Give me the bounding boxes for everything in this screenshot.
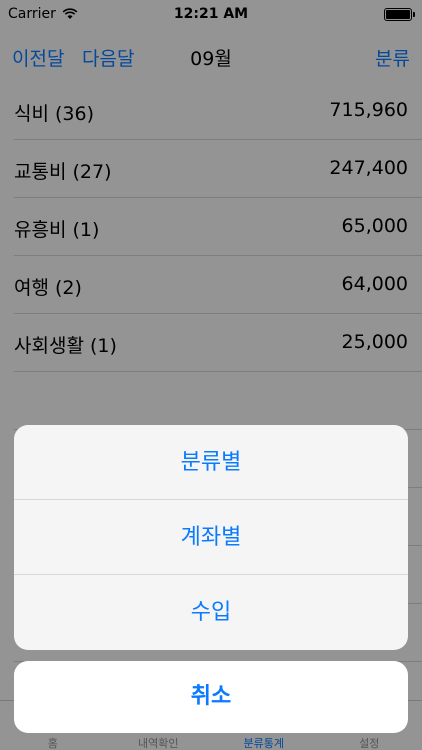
action-sheet: 분류별 계좌별 수입 <box>14 425 408 650</box>
cancel-button[interactable]: 취소 <box>14 661 408 733</box>
income-option[interactable]: 수입 <box>14 575 408 650</box>
by-account-option[interactable]: 계좌별 <box>14 500 408 575</box>
by-category-option[interactable]: 분류별 <box>14 425 408 500</box>
